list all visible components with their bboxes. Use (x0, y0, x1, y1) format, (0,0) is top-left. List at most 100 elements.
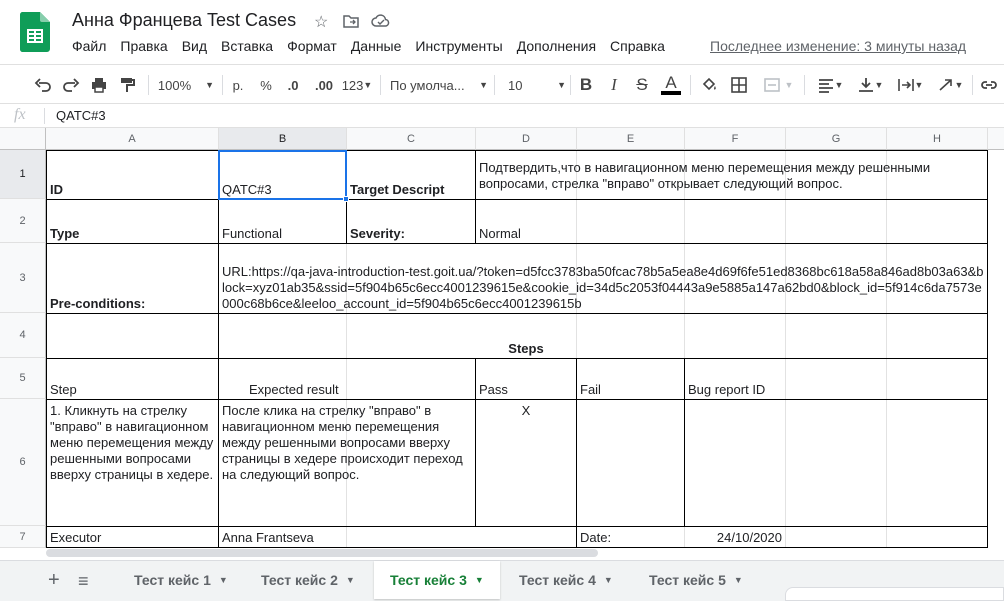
column-header-i[interactable] (988, 128, 1004, 150)
cell-f5[interactable]: Bug report ID (685, 380, 885, 400)
sheet-tab-1[interactable]: Тест кейс 1 ▼ (120, 561, 242, 599)
font-size-select[interactable]: 10 ▼ (502, 73, 566, 97)
column-header-h[interactable]: H (887, 128, 988, 150)
strikethrough-button[interactable]: S (632, 73, 652, 97)
more-formats-button[interactable]: 123 ▼ (340, 73, 374, 97)
sheets-logo-icon[interactable] (20, 12, 50, 52)
menu-edit[interactable]: Правка (120, 38, 167, 54)
row-header-4[interactable]: 4 (0, 313, 46, 358)
percent-button[interactable]: % (256, 73, 276, 97)
select-all-corner[interactable] (0, 128, 46, 150)
redo-icon[interactable] (60, 73, 82, 97)
insert-link-icon[interactable] (978, 73, 1000, 97)
menu-insert[interactable]: Вставка (221, 38, 273, 54)
chevron-down-icon: ▼ (345, 575, 355, 585)
cell-e5[interactable]: Fail (577, 380, 684, 400)
cell-a7[interactable]: Executor (47, 528, 217, 548)
cell-d5[interactable]: Pass (476, 380, 576, 400)
increase-decimal-button[interactable]: .00 (310, 73, 338, 97)
cell-d6[interactable]: X (476, 401, 576, 421)
explore-panel-button[interactable] (785, 587, 1004, 601)
decrease-decimal-button[interactable]: .0 (282, 73, 304, 97)
row-header-1[interactable]: 1 (0, 150, 46, 199)
font-select[interactable]: По умолча... ▼ (390, 73, 488, 97)
star-icon[interactable]: ☆ (314, 12, 328, 32)
add-sheet-icon[interactable]: + (48, 569, 60, 592)
paint-format-icon[interactable] (116, 73, 138, 97)
spreadsheet-grid[interactable]: A B C D E F G H 1 2 3 4 5 6 7 ID QATC#3 … (0, 128, 1004, 548)
column-header-f[interactable]: F (685, 128, 786, 150)
more-formats-label: 123 (341, 77, 364, 93)
title-bar: Анна Францева Test Cases ☆ Файл Правка В… (0, 0, 1004, 64)
menu-file[interactable]: Файл (72, 38, 106, 54)
vertical-align-icon[interactable]: ▼ (852, 73, 888, 97)
column-header-g[interactable]: G (786, 128, 887, 150)
last-edit-link[interactable]: Последнее изменение: 3 минуты назад (710, 38, 966, 54)
sheet-tab-label: Тест кейс 3 (390, 572, 467, 588)
fill-color-icon[interactable] (698, 73, 720, 97)
cell-d1[interactable]: Подтвердить,что в навигационном меню пер… (476, 158, 986, 194)
font-size-value: 10 (508, 77, 523, 93)
column-header-b[interactable]: B (219, 128, 347, 150)
cell-a5[interactable]: Step (47, 380, 217, 400)
menu-format[interactable]: Формат (287, 38, 337, 54)
cell-a3[interactable]: Pre-conditions: (47, 294, 217, 314)
fill-handle[interactable] (343, 196, 349, 202)
sheet-tab-4[interactable]: Тест кейс 4 ▼ (505, 561, 627, 599)
chevron-down-icon: ▼ (784, 80, 794, 90)
cell-e7[interactable]: Date: (577, 528, 684, 548)
horizontal-align-icon[interactable]: ▼ (812, 73, 848, 97)
cell-b6[interactable]: После клика на стрелку "вправо" в навига… (219, 401, 475, 485)
cell-d2[interactable]: Normal (476, 224, 576, 244)
row-header-5[interactable]: 5 (0, 358, 46, 399)
cell-b2[interactable]: Functional (219, 224, 346, 244)
menu-bar: Файл Правка Вид Вставка Формат Данные Ин… (72, 38, 679, 54)
menu-data[interactable]: Данные (351, 38, 402, 54)
undo-icon[interactable] (32, 73, 54, 97)
cell-a2[interactable]: Type (47, 224, 217, 244)
column-header-c[interactable]: C (347, 128, 476, 150)
menu-tools[interactable]: Инструменты (415, 38, 502, 54)
row-header-6[interactable]: 6 (0, 399, 46, 526)
sheet-tab-5[interactable]: Тест кейс 5 ▼ (635, 561, 757, 599)
bold-button[interactable]: B (576, 73, 596, 97)
borders-icon[interactable] (728, 73, 750, 97)
horizontal-scrollbar[interactable] (46, 549, 598, 557)
cell-c2[interactable]: Severity: (347, 224, 475, 244)
column-header-a[interactable]: A (46, 128, 219, 150)
menu-help[interactable]: Справка (610, 38, 665, 54)
sheet-tab-3[interactable]: Тест кейс 3 ▼ (374, 561, 500, 599)
italic-button[interactable]: I (604, 73, 624, 97)
cell-b3[interactable]: URL:https://qa-java-introduction-test.go… (219, 262, 987, 314)
row-header-2[interactable]: 2 (0, 199, 46, 243)
sheet-tab-label: Тест кейс 1 (134, 572, 211, 588)
cell-b7[interactable]: Anna Frantseva (219, 528, 346, 548)
cell-c1[interactable]: Target Descript (347, 180, 475, 200)
cell-a6[interactable]: 1. Кликнуть на стрелку "вправо" в навига… (47, 401, 218, 485)
document-title[interactable]: Анна Францева Test Cases (72, 10, 296, 31)
cell-f7[interactable]: 24/10/2020 (685, 528, 785, 548)
merge-cells-icon[interactable]: ▼ (758, 73, 798, 97)
formula-input[interactable]: QATC#3 (56, 108, 106, 123)
text-color-button[interactable]: A (660, 73, 682, 97)
column-header-d[interactable]: D (476, 128, 577, 150)
zoom-select[interactable]: 100% ▼ (156, 73, 216, 97)
cell-a1[interactable]: ID (47, 180, 217, 200)
menu-addons[interactable]: Дополнения (517, 38, 596, 54)
text-wrap-icon[interactable]: ▼ (892, 73, 928, 97)
text-rotation-icon[interactable]: ▼ (932, 73, 968, 97)
print-icon[interactable] (88, 73, 110, 97)
cell-b5[interactable]: Expected result (219, 380, 475, 400)
chevron-down-icon: ▼ (218, 575, 228, 585)
chevron-down-icon: ▼ (914, 80, 924, 90)
sheet-tab-2[interactable]: Тест кейс 2 ▼ (247, 561, 369, 599)
row-header-7[interactable]: 7 (0, 526, 46, 548)
cloud-status-icon[interactable] (371, 12, 391, 30)
row-header-3[interactable]: 3 (0, 243, 46, 313)
column-header-e[interactable]: E (577, 128, 685, 150)
move-folder-icon[interactable] (342, 12, 360, 30)
menu-view[interactable]: Вид (182, 38, 207, 54)
all-sheets-icon[interactable]: ≡ (78, 571, 89, 592)
currency-button[interactable]: р. (228, 73, 248, 97)
cell-d4[interactable]: Steps (476, 339, 576, 359)
